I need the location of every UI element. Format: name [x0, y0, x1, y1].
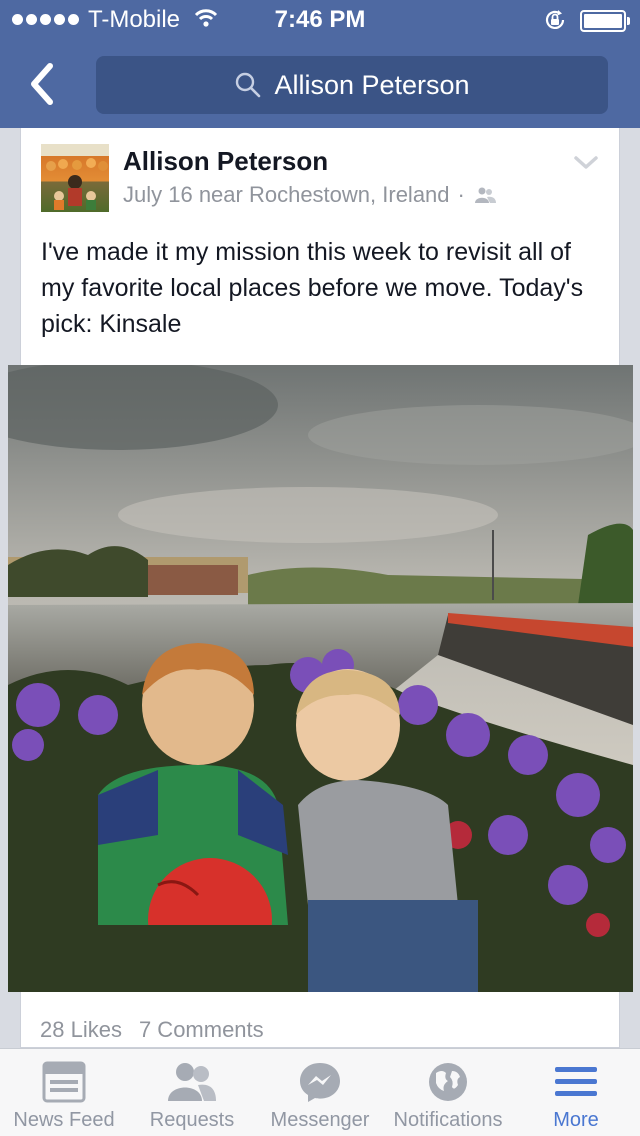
tab-messenger[interactable]: Messenger: [256, 1049, 384, 1136]
post-meta: July 16 near Rochestown, Ireland ·: [123, 182, 497, 208]
tab-requests[interactable]: Requests: [128, 1049, 256, 1136]
news-feed-icon: [42, 1061, 86, 1103]
chevron-down-icon: [574, 156, 598, 169]
tab-notifications[interactable]: Notifications: [384, 1049, 512, 1136]
back-button[interactable]: [26, 62, 66, 110]
tab-label: Notifications: [393, 1109, 503, 1131]
search-query: Allison Peterson: [274, 69, 470, 100]
tab-label: Requests: [149, 1109, 235, 1131]
menu-icon: [555, 1067, 597, 1096]
messenger-icon: [300, 1063, 340, 1102]
battery-icon: [580, 10, 630, 32]
tab-label: Messenger: [270, 1109, 370, 1131]
globe-icon: [429, 1063, 467, 1101]
search-icon: [236, 72, 261, 98]
meta-separator: ·: [457, 182, 465, 207]
avatar[interactable]: [41, 144, 109, 212]
tab-news-feed[interactable]: News Feed: [0, 1049, 128, 1136]
search-field[interactable]: Allison Peterson: [96, 56, 608, 114]
friends-audience-icon[interactable]: [473, 186, 497, 204]
post-message: I've made it my mission this week to rev…: [41, 238, 584, 338]
post-author[interactable]: Allison Peterson: [123, 146, 328, 177]
rotation-lock-icon: [543, 8, 567, 37]
navigation-bar: T-Mobile 7:46 PM Allison Peterson: [0, 0, 640, 128]
post-photo[interactable]: [8, 365, 633, 992]
chevron-left-icon: [31, 63, 53, 105]
tab-label: More: [553, 1109, 599, 1131]
post-stats: 28 Likes 7 Comments: [40, 1017, 264, 1043]
likes-count[interactable]: 28 Likes: [40, 1017, 122, 1043]
tab-bar: News Feed Requests Messenger Notificatio…: [0, 1048, 640, 1136]
post-date-location[interactable]: July 16 near Rochestown, Ireland: [123, 182, 450, 208]
status-bar: T-Mobile 7:46 PM: [0, 0, 640, 40]
comments-count[interactable]: 7 Comments: [139, 1017, 264, 1043]
tab-more[interactable]: More: [512, 1049, 640, 1136]
tab-label: News Feed: [13, 1109, 115, 1131]
friends-icon: [168, 1063, 216, 1101]
post-options-button[interactable]: [573, 154, 599, 177]
